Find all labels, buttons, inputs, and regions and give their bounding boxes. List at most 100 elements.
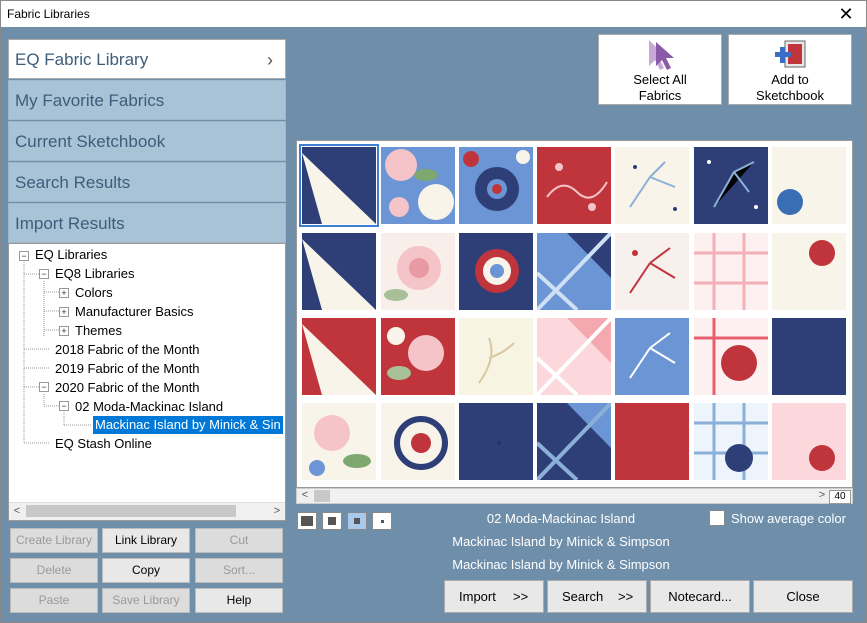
fabric-swatch[interactable] [537,403,611,480]
library-nav: EQ Fabric Library › My Favorite Fabrics … [8,39,286,244]
fabric-swatch[interactable] [537,233,611,310]
close-button[interactable]: Close [753,580,853,613]
paste-button[interactable]: Paste [10,588,98,613]
fabric-swatch[interactable] [537,147,611,224]
fabric-swatch[interactable] [615,403,689,480]
add-to-label-2: Sketchbook [756,88,824,103]
expand-icon[interactable]: + [59,307,69,317]
notecard-button[interactable]: Notecard... [650,580,750,613]
expand-icon[interactable]: + [59,326,69,336]
nav-import-results[interactable]: Import Results [8,203,286,243]
create-library-button[interactable]: Create Library [10,528,98,553]
fabric-swatch[interactable] [299,144,379,227]
fabric-swatch[interactable] [615,233,689,310]
search-arrow: >> [618,589,634,604]
swatch-size-large[interactable] [297,512,317,530]
grid-horizontal-scrollbar[interactable]: < > 40 [296,488,853,504]
select-all-label-1: Select All [633,72,687,87]
cut-button[interactable]: Cut [195,528,283,553]
collapse-icon[interactable]: − [39,269,49,279]
fabric-grid[interactable] [296,140,853,488]
collapse-icon[interactable]: − [59,401,69,411]
fabric-swatch[interactable] [537,318,611,395]
fabric-name: Mackinac Island by Minick & Simpson [452,557,670,572]
fabric-swatch[interactable] [772,147,846,224]
collapse-icon[interactable]: − [39,382,49,392]
fabric-swatch[interactable] [772,318,846,395]
fabric-swatch[interactable] [615,318,689,395]
fabric-swatch[interactable] [694,147,768,224]
tree-node-2019-fabric-of-the-month[interactable]: 2019 Fabric of the Month [55,360,200,378]
tree-node-moda-mackinac-island[interactable]: 02 Moda-Mackinac Island [75,398,223,416]
tree-node-manufacturer-basics[interactable]: Manufacturer Basics [75,303,194,321]
tree-node-eq8-libraries[interactable]: EQ8 Libraries [55,265,134,283]
library-name: 02 Moda-Mackinac Island [486,511,636,526]
fabric-swatch[interactable] [615,147,689,224]
help-button[interactable]: Help [195,588,283,613]
copy-button[interactable]: Copy [102,558,190,583]
fabric-swatch[interactable] [694,403,768,480]
show-average-color-checkbox[interactable] [709,510,725,526]
fabric-swatch[interactable] [459,147,533,224]
fabric-swatch[interactable] [772,403,846,480]
fabric-swatch[interactable] [459,318,533,395]
tree-horizontal-scrollbar[interactable]: < > [9,502,285,520]
link-library-button[interactable]: Link Library [102,528,190,553]
fabric-libraries-dialog: Fabric Libraries ✕ EQ Fabric Library › M… [0,0,867,623]
title-bar: Fabric Libraries ✕ [1,1,866,27]
nav-current-sketchbook[interactable]: Current Sketchbook [8,121,286,161]
collapse-icon[interactable]: − [19,251,29,261]
window-title: Fabric Libraries [7,7,90,21]
swatch-size-small[interactable] [347,512,367,530]
nav-my-favorite-fabrics[interactable]: My Favorite Fabrics [8,80,286,120]
nav-eq-fabric-library[interactable]: EQ Fabric Library › [8,39,286,79]
add-to-sketchbook-button[interactable]: Add to Sketchbook [728,34,852,105]
fabric-swatch[interactable] [694,318,768,395]
add-to-sketchbook-icon [775,40,806,68]
chevron-right-icon: › [267,50,273,70]
fabric-swatch[interactable] [381,403,455,480]
tree-node-mackinac-island-selected[interactable]: Mackinac Island by Minick & Sin [93,416,283,434]
close-window-icon[interactable]: ✕ [836,3,856,25]
fabric-swatch[interactable] [302,403,376,480]
expand-icon[interactable]: + [59,288,69,298]
scroll-left-icon[interactable]: < [297,488,313,502]
fabric-swatch[interactable] [302,233,376,310]
tree-node-2020-fabric-of-the-month[interactable]: 2020 Fabric of the Month [55,379,200,397]
import-label: Import [459,589,496,604]
fabric-swatch[interactable] [381,233,455,310]
page-count: 40 [829,490,851,504]
scroll-right-icon[interactable]: > [269,503,285,520]
scroll-right-icon[interactable]: > [814,488,830,502]
collection-name: Mackinac Island by Minick & Simpson [452,534,670,549]
fabric-swatch[interactable] [772,233,846,310]
scroll-thumb[interactable] [26,505,236,517]
swatch-size-medium[interactable] [322,512,342,530]
sort-button[interactable]: Sort... [195,558,283,583]
tree-node-eq-stash-online[interactable]: EQ Stash Online [55,435,152,453]
tree-node-themes[interactable]: Themes [75,322,122,340]
select-all-fabrics-button[interactable]: Select All Fabrics [598,34,722,105]
nav-search-results[interactable]: Search Results [8,162,286,202]
add-to-label-1: Add to [771,72,809,87]
save-library-button[interactable]: Save Library [102,588,190,613]
library-tree[interactable]: − EQ Libraries − EQ8 Libraries + Colors … [8,243,286,521]
select-all-label-2: Fabrics [638,88,682,103]
cursor-arrows-icon [649,40,674,70]
delete-button[interactable]: Delete [10,558,98,583]
fabric-swatch[interactable] [459,403,533,480]
fabric-swatch[interactable] [381,318,455,395]
search-button[interactable]: Search >> [547,580,647,613]
fabric-swatch[interactable] [694,233,768,310]
fabric-swatch[interactable] [459,233,533,310]
import-button[interactable]: Import >> [444,580,544,613]
tree-node-2018-fabric-of-the-month[interactable]: 2018 Fabric of the Month [55,341,200,359]
tree-node-eq-libraries[interactable]: EQ Libraries [35,246,107,264]
fabric-swatch[interactable] [302,318,376,395]
fabric-swatch[interactable] [381,147,455,224]
import-arrow: >> [513,589,529,604]
scroll-thumb[interactable] [314,490,330,502]
scroll-left-icon[interactable]: < [9,503,25,520]
swatch-size-tiny[interactable] [372,512,392,530]
tree-node-colors[interactable]: Colors [75,284,113,302]
